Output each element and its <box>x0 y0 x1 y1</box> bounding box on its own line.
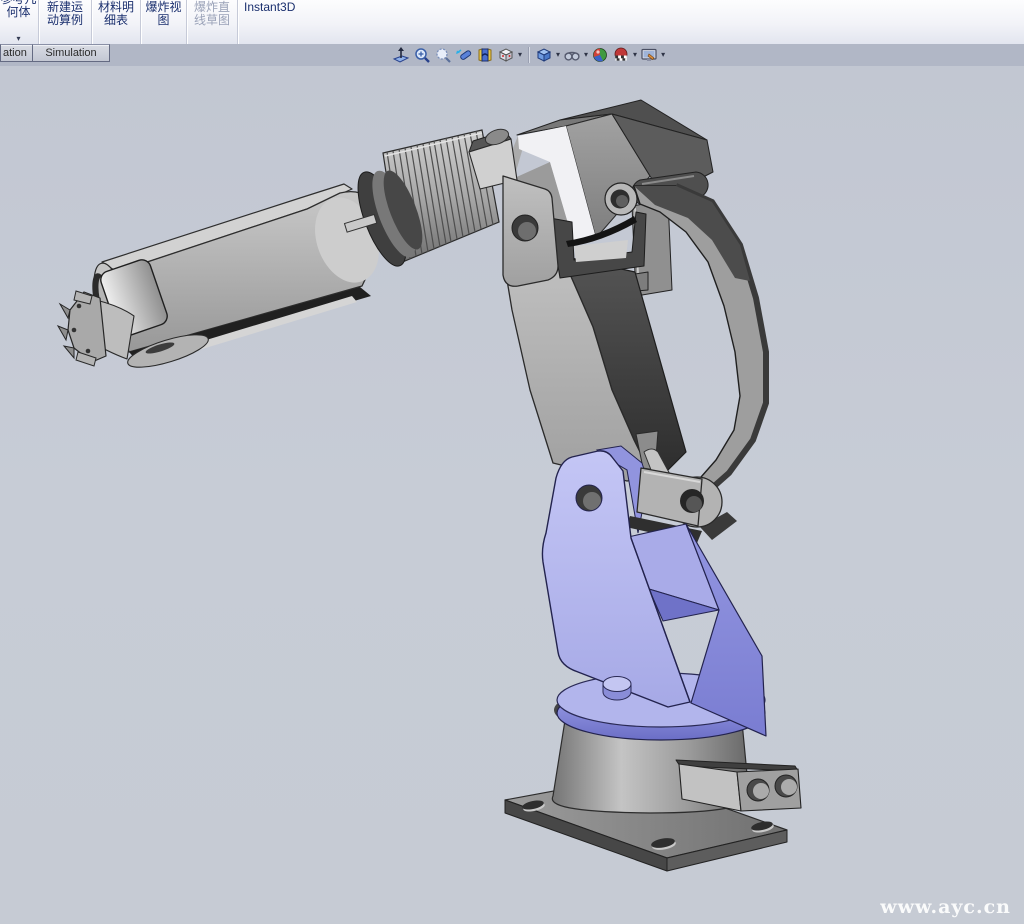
graphics-viewport[interactable]: www.ayc.cn <box>0 66 1024 924</box>
exploded-view-button[interactable]: 爆炸视 图 <box>142 0 185 44</box>
chevron-down-icon[interactable]: ▾ <box>518 46 522 64</box>
zoom-in-icon[interactable] <box>413 46 431 64</box>
explode-line-sketch-button[interactable]: 爆炸直 线草图 <box>188 0 236 44</box>
hide-show-items-icon[interactable] <box>563 46 581 64</box>
toolbar-separator <box>186 0 187 44</box>
tab-label: Simulation <box>45 47 96 59</box>
tab-label: ation <box>3 47 27 59</box>
robot-arm-model[interactable] <box>0 66 1024 924</box>
toolbar-separator <box>237 0 238 44</box>
button-label-line2: 动算例 <box>47 14 83 27</box>
tab-simulation[interactable]: Simulation <box>32 44 110 62</box>
toolbar-separator <box>91 0 92 44</box>
chevron-down-icon[interactable]: ▾ <box>16 35 20 43</box>
view-settings-icon[interactable] <box>640 46 658 64</box>
toolbar-separator <box>528 47 529 63</box>
solidworks-window: 参考几 何体 ▾ 新建运 动算例 材料明 细表 爆炸视 图 <box>0 0 1024 924</box>
site-watermark: www.ayc.cn <box>880 896 1011 918</box>
apply-scene-icon[interactable] <box>591 46 609 64</box>
chevron-down-icon[interactable]: ▾ <box>584 46 588 64</box>
button-label-line2: 何体 <box>0 6 36 19</box>
button-label-line1: Instant3D <box>244 1 295 14</box>
button-label-line2: 图 <box>145 14 181 27</box>
instant3d-button[interactable]: Instant3D <box>239 0 329 44</box>
forearm-link[interactable] <box>84 184 390 374</box>
button-label-line2: 细表 <box>98 14 134 27</box>
zoom-to-fit-icon[interactable] <box>392 46 410 64</box>
view-toolbar: ▾ ▾ ▾ ▾ <box>392 45 665 65</box>
toolbar-separator <box>140 0 141 44</box>
edit-appearance-icon[interactable] <box>612 46 630 64</box>
chevron-down-icon[interactable]: ▾ <box>661 46 665 64</box>
robot-gripper[interactable] <box>58 291 106 366</box>
chevron-down-icon[interactable]: ▾ <box>556 46 560 64</box>
new-motion-study-button[interactable]: 新建运 动算例 <box>40 0 90 44</box>
section-view-icon[interactable] <box>476 46 494 64</box>
button-label-line2: 线草图 <box>194 14 230 27</box>
display-style-icon[interactable] <box>535 46 553 64</box>
toolbar-separator <box>38 0 39 44</box>
rotate-view-icon[interactable] <box>455 46 473 64</box>
command-manager-bar: 参考几 何体 ▾ 新建运 动算例 材料明 细表 爆炸视 图 <box>0 0 1024 45</box>
zoom-to-area-icon[interactable] <box>434 46 452 64</box>
reference-geometry-button[interactable]: 参考几 何体 ▾ <box>0 0 37 44</box>
locating-boss[interactable] <box>603 677 631 701</box>
view-orientation-icon[interactable] <box>497 46 515 64</box>
tab-animation[interactable]: ation <box>0 44 34 62</box>
bill-of-materials-button[interactable]: 材料明 细表 <box>93 0 139 44</box>
chevron-down-icon[interactable]: ▾ <box>633 46 637 64</box>
